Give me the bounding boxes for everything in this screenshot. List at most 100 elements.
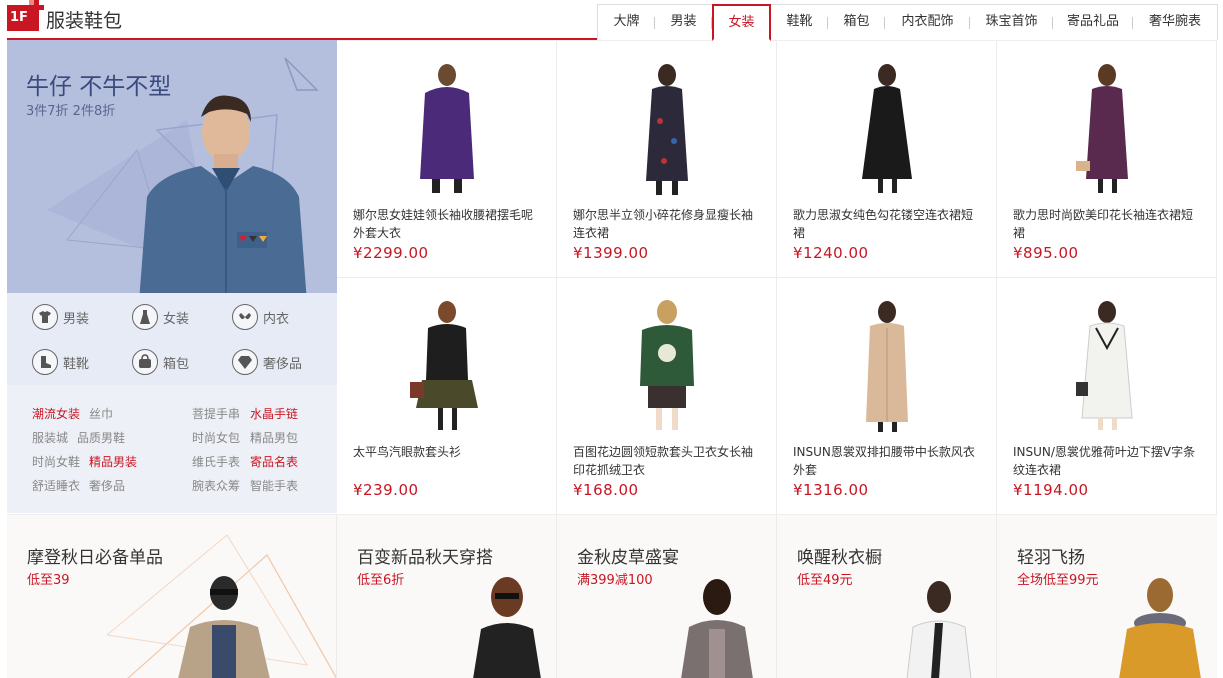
- product-image: [639, 300, 694, 430]
- tab-gifts[interactable]: 寄品礼品: [1053, 5, 1133, 40]
- badge-pixel: [34, 0, 39, 5]
- category-menswear[interactable]: 男装: [32, 304, 89, 330]
- product-name[interactable]: 娜尔思半立领小碎花修身显瘦长袖连衣裙: [573, 206, 763, 242]
- quick-links: 潮流女装 丝巾 菩提手串 水晶手链 服装城 品质男鞋 时尚女包 精品男包 时尚女…: [7, 385, 337, 513]
- product-image: [645, 64, 688, 195]
- bottom-promos: 摩登秋日必备单品 低至39 百变新品秋天穿搭 低至6折 金秋皮草盛宴 满399减…: [7, 514, 1217, 678]
- category-bags[interactable]: 箱包: [132, 349, 189, 375]
- product-name[interactable]: INSUN/恩裳优雅荷叶边下摆V字条纹连衣裙: [1013, 443, 1203, 479]
- tab-watches[interactable]: 奢华腕表: [1133, 5, 1217, 40]
- category-label: 男装: [63, 311, 90, 327]
- product-name[interactable]: 太平鸟汽眼款套头衫: [353, 443, 543, 461]
- product-image: [419, 64, 474, 193]
- product-price: ¥1316.00: [793, 481, 869, 499]
- product-card[interactable]: INSUN/恩裳优雅荷叶边下摆V字条纹连衣裙 ¥1194.00: [997, 278, 1217, 515]
- quick-link[interactable]: 腕表众筹: [192, 477, 240, 494]
- tab-bags[interactable]: 箱包: [828, 5, 885, 40]
- promo-subtitle: 3件7折 2件8折: [26, 104, 116, 119]
- quick-link[interactable]: 智能手表: [250, 477, 298, 494]
- product-image: [409, 301, 478, 430]
- promo-model-image: [473, 577, 541, 678]
- quick-link[interactable]: 水晶手链: [250, 405, 298, 422]
- quick-link[interactable]: 时尚女鞋: [32, 453, 80, 470]
- promo-tile[interactable]: 金秋皮草盛宴 满399减100: [557, 515, 777, 678]
- quick-link[interactable]: 时尚女包: [192, 429, 240, 446]
- quick-link[interactable]: 丝巾: [89, 405, 113, 422]
- promo-model-image: [906, 581, 972, 678]
- product-card[interactable]: 娜尔思半立领小碎花修身显瘦长袖连衣裙 ¥1399.00: [557, 41, 777, 278]
- tab-shoes[interactable]: 鞋靴: [771, 5, 828, 40]
- floor-number: 1F: [10, 10, 28, 25]
- product-name[interactable]: 百图花边圆领短款套头卫衣女长袖印花抓绒卫衣: [573, 443, 763, 479]
- left-banner: 牛仔 不牛不型 3件7折 2件8折 男装 女装 内衣 鞋靴 箱包 奢侈品 潮流女…: [7, 40, 337, 513]
- product-card[interactable]: 歌力思时尚欧美印花长袖连衣裙短裙 ¥895.00: [997, 41, 1217, 278]
- category-label: 奢侈品: [263, 356, 303, 372]
- product-card[interactable]: 百图花边圆领短款套头卫衣女长袖印花抓绒卫衣 ¥168.00: [557, 278, 777, 515]
- tshirt-icon: [32, 304, 58, 330]
- promo-tile-subtitle: 满399减100: [577, 573, 653, 588]
- boot-icon: [32, 349, 58, 375]
- promo-tile-title: 摩登秋日必备单品: [27, 548, 163, 568]
- promo-tile[interactable]: 唤醒秋衣橱 低至49元: [777, 515, 997, 678]
- product-image: [865, 301, 908, 432]
- quick-link[interactable]: 精品男包: [250, 429, 298, 446]
- tab-underwear[interactable]: 内衣配饰: [885, 5, 970, 40]
- promo-model-image: [1119, 578, 1201, 678]
- promo-tile-title: 金秋皮草盛宴: [577, 548, 679, 568]
- product-image: [861, 64, 912, 193]
- product-price: ¥1194.00: [1013, 481, 1089, 499]
- promo-banner[interactable]: 牛仔 不牛不型 3件7折 2件8折: [7, 40, 337, 293]
- dress-icon: [132, 304, 158, 330]
- quick-link[interactable]: 精品男装: [89, 453, 137, 470]
- promo-tile[interactable]: 轻羽飞扬 全场低至99元: [997, 515, 1217, 678]
- product-price: ¥239.00: [353, 481, 419, 499]
- quick-link[interactable]: 舒适睡衣: [32, 477, 80, 494]
- promo-tile-subtitle: 低至49元: [797, 573, 853, 588]
- category-womenswear[interactable]: 女装: [132, 304, 189, 330]
- product-card[interactable]: 歌力思淑女纯色勾花镂空连衣裙短裙 ¥1240.00: [777, 41, 997, 278]
- category-shoes[interactable]: 鞋靴: [32, 349, 89, 375]
- promo-tile[interactable]: 摩登秋日必备单品 低至39: [7, 515, 337, 678]
- product-price: ¥1240.00: [793, 244, 869, 262]
- product-price: ¥895.00: [1013, 244, 1079, 262]
- quick-link[interactable]: 维氏手表: [192, 453, 240, 470]
- tab-menswear[interactable]: 男装: [655, 5, 712, 40]
- product-name[interactable]: 歌力思淑女纯色勾花镂空连衣裙短裙: [793, 206, 983, 242]
- category-luxury[interactable]: 奢侈品: [232, 349, 302, 375]
- product-grid: 娜尔思女娃娃领长袖收腰裙摆毛呢外套大衣 ¥2299.00 娜尔思半立领小碎花修身…: [337, 40, 1217, 515]
- product-image: [1075, 64, 1128, 193]
- tab-jewelry[interactable]: 珠宝首饰: [970, 5, 1053, 40]
- category-label: 箱包: [163, 356, 190, 372]
- floor-title: 服装鞋包: [46, 10, 123, 32]
- quick-link[interactable]: 奢侈品: [89, 477, 125, 494]
- product-price: ¥2299.00: [353, 244, 429, 262]
- promo-model-image: [178, 576, 270, 678]
- category-grid: 男装 女装 内衣 鞋靴 箱包 奢侈品: [7, 293, 337, 385]
- product-name[interactable]: INSUN恩裳双排扣腰带中长款风衣外套: [793, 443, 983, 479]
- promo-tile-subtitle: 低至6折: [357, 573, 405, 588]
- product-name[interactable]: 歌力思时尚欧美印花长袖连衣裙短裙: [1013, 206, 1203, 242]
- denim-model-image: [139, 95, 307, 293]
- category-label: 女装: [163, 311, 190, 327]
- floor-badge: 1F: [7, 0, 44, 31]
- quick-link[interactable]: 菩提手串: [192, 405, 240, 422]
- category-underwear[interactable]: 内衣: [232, 304, 289, 330]
- product-card[interactable]: 娜尔思女娃娃领长袖收腰裙摆毛呢外套大衣 ¥2299.00: [337, 41, 557, 278]
- promo-tile-subtitle: 全场低至99元: [1017, 573, 1099, 588]
- category-label: 鞋靴: [63, 356, 90, 372]
- quick-link[interactable]: 服装城: [32, 429, 68, 446]
- product-image: [1075, 301, 1133, 430]
- tab-womenswear[interactable]: 女装: [712, 4, 771, 41]
- quick-link[interactable]: 潮流女装: [32, 405, 80, 422]
- promo-tile[interactable]: 百变新品秋天穿搭 低至6折: [337, 515, 557, 678]
- quick-link[interactable]: 品质男鞋: [77, 429, 125, 446]
- category-label: 内衣: [263, 311, 290, 327]
- product-card[interactable]: 太平鸟汽眼款套头衫 ¥239.00: [337, 278, 557, 515]
- product-card[interactable]: INSUN恩裳双排扣腰带中长款风衣外套 ¥1316.00: [777, 278, 997, 515]
- promo-model-image: [681, 579, 753, 678]
- tab-brand[interactable]: 大牌: [598, 5, 655, 40]
- promo-tile-title: 轻羽飞扬: [1017, 548, 1085, 568]
- product-name[interactable]: 娜尔思女娃娃领长袖收腰裙摆毛呢外套大衣: [353, 206, 543, 242]
- quick-link[interactable]: 寄品名表: [250, 453, 298, 470]
- product-price: ¥168.00: [573, 481, 639, 499]
